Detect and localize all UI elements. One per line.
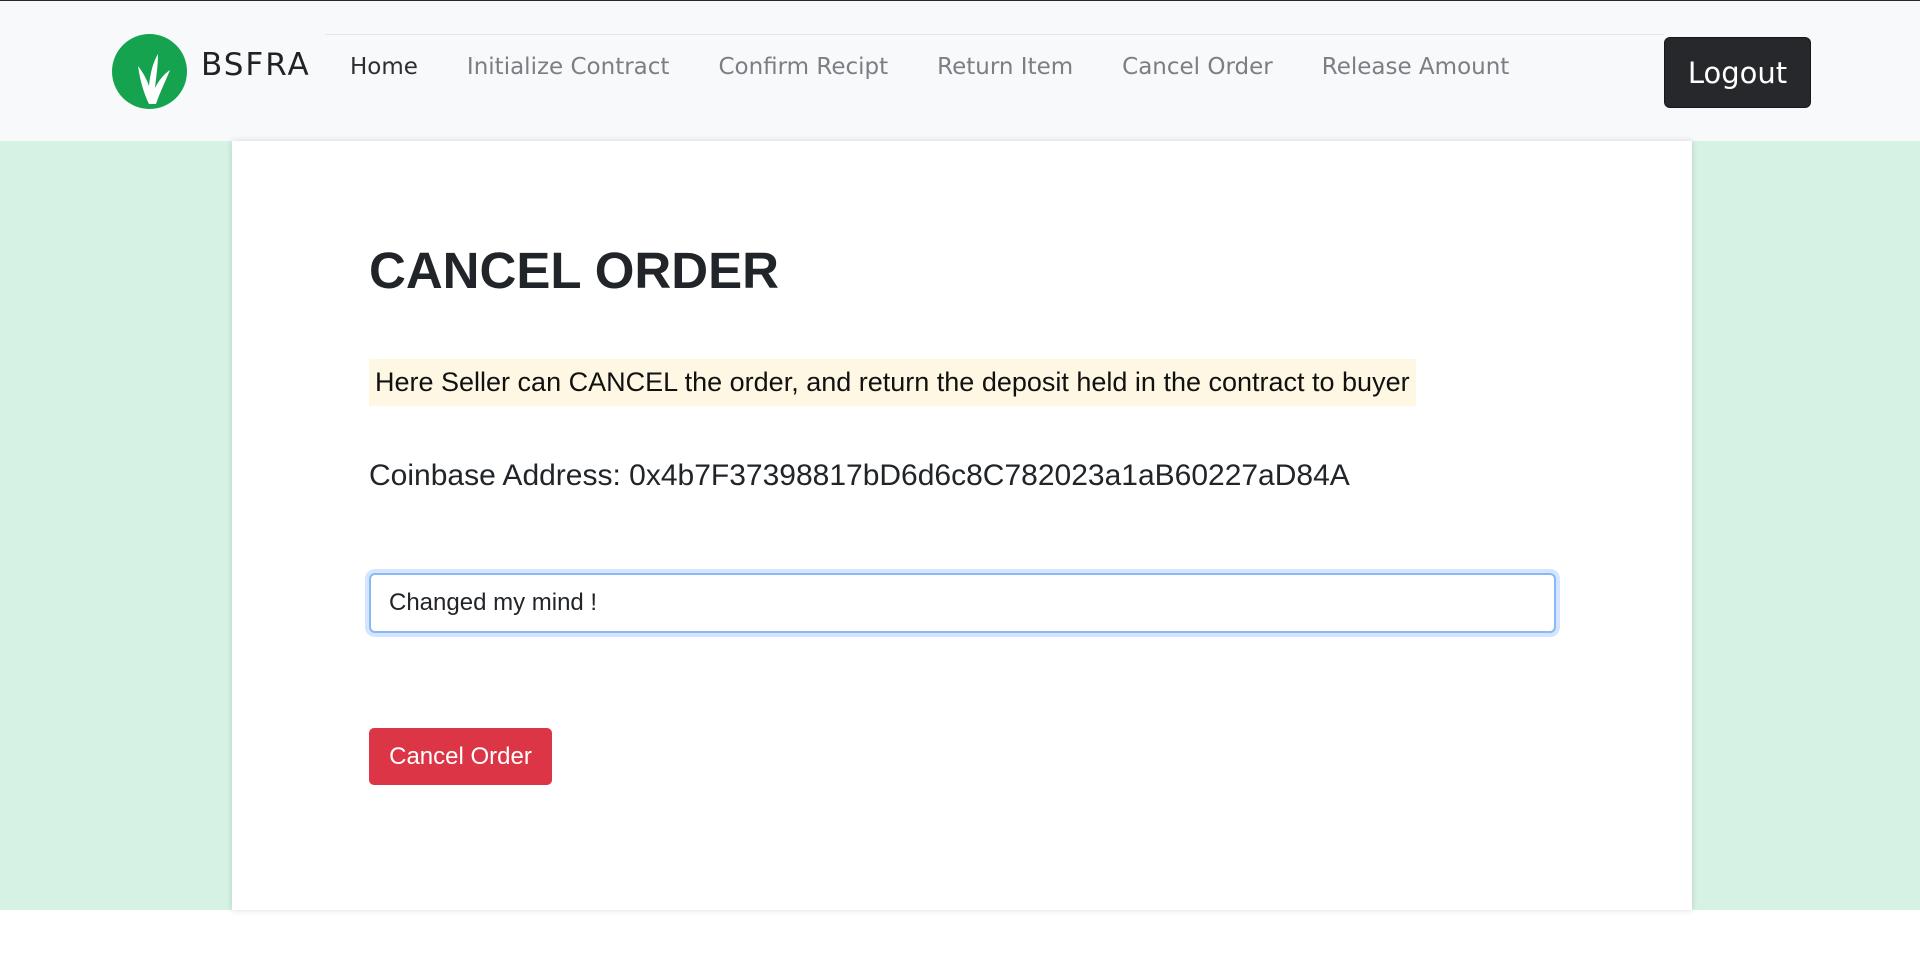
brand-name: BSFRA — [201, 47, 311, 83]
nav-links: Home Initialize Contract Confirm Recipt … — [350, 54, 1558, 80]
navbar: BSFRA Home Initialize Contract Confirm R… — [0, 1, 1920, 141]
brand[interactable]: BSFRA — [112, 33, 311, 109]
page-title: CANCEL ORDER — [369, 242, 779, 299]
content-card: CANCEL ORDER Here Seller can CANCEL the … — [232, 141, 1692, 910]
leaf-logo-icon — [112, 33, 187, 109]
address-value: 0x4b7F37398817bD6d6c8C782023a1aB60227aD8… — [629, 459, 1350, 492]
info-notice: Here Seller can CANCEL the order, and re… — [369, 359, 1416, 406]
address-label: Coinbase Address: — [369, 459, 621, 492]
coinbase-address: Coinbase Address: 0x4b7F37398817bD6d6c8C… — [369, 459, 1350, 493]
nav-item-return-item[interactable]: Return Item — [937, 54, 1073, 80]
nav-item-confirm-recipt[interactable]: Confirm Recipt — [718, 54, 888, 80]
logout-button[interactable]: Logout — [1664, 37, 1811, 108]
cancel-order-button[interactable]: Cancel Order — [369, 728, 552, 785]
nav-item-release-amount[interactable]: Release Amount — [1322, 54, 1510, 80]
cancel-reason-input[interactable] — [369, 573, 1556, 633]
nav-item-home[interactable]: Home — [350, 54, 418, 80]
nav-item-initialize-contract[interactable]: Initialize Contract — [467, 54, 670, 80]
nav-item-cancel-order[interactable]: Cancel Order — [1122, 54, 1273, 80]
navbar-divider — [325, 34, 1664, 35]
